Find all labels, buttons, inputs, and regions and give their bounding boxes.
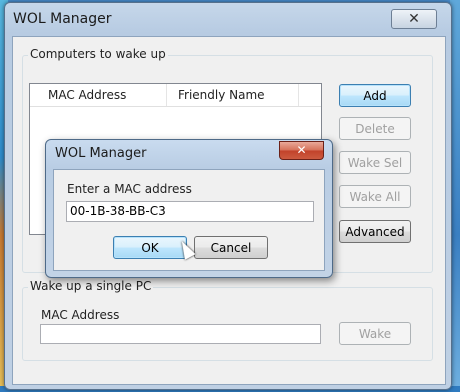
- advanced-button[interactable]: Advanced: [339, 220, 411, 243]
- dialog-prompt: Enter a MAC address: [67, 182, 192, 196]
- list-header: MAC Address Friendly Name: [30, 84, 321, 107]
- dialog-title: WOL Manager: [55, 146, 147, 161]
- computers-group-label: Computers to wake up: [28, 47, 168, 61]
- single-pc-group-label: Wake up a single PC: [28, 279, 154, 293]
- wake-all-button[interactable]: Wake All: [339, 185, 411, 208]
- wake-sel-button[interactable]: Wake Sel: [339, 151, 411, 174]
- cancel-button[interactable]: Cancel: [194, 236, 268, 259]
- window-title: WOL Manager: [13, 11, 112, 27]
- single-mac-input[interactable]: [40, 324, 321, 344]
- dialog-mac-input[interactable]: 00-1B-38-BB-C3: [66, 201, 314, 222]
- column-friendly-name[interactable]: Friendly Name: [178, 88, 265, 102]
- wake-button[interactable]: Wake: [339, 322, 411, 345]
- add-button[interactable]: Add: [339, 84, 411, 107]
- dialog-close-button[interactable]: ✕: [279, 141, 324, 160]
- column-separator: [166, 84, 167, 106]
- delete-button[interactable]: Delete: [339, 117, 411, 140]
- close-icon: ✕: [408, 11, 420, 27]
- column-mac-address[interactable]: MAC Address: [48, 88, 126, 102]
- column-separator: [298, 84, 299, 106]
- window-close-button[interactable]: ✕: [391, 9, 437, 29]
- mac-address-label: MAC Address: [41, 308, 120, 322]
- close-icon: ✕: [296, 143, 307, 157]
- ok-button[interactable]: OK: [113, 236, 187, 259]
